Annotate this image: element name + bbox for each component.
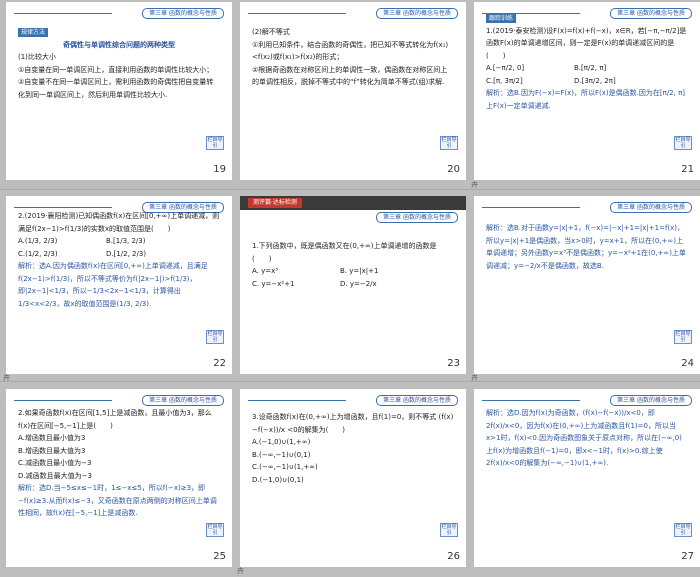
option-b: B.[π/2, π] <box>574 64 607 72</box>
slide-body: 规律方法 奇偶性与单调性综合问题的两种类型 (1)比较大小 ①自变量在同一单调区… <box>18 26 220 101</box>
option-c: C.(1/2, 2/3) <box>18 249 58 258</box>
page-number: 24 <box>681 358 694 369</box>
slide-body: 解析：选B.对于函数y=|x|+1，f(−x)=|−x|+1=|x|+1=f(x… <box>486 222 688 272</box>
text-line: ①利用已知条件，结合函数的奇偶性，把已知不等式转化为f(x₁)<f(x₂)或f(… <box>252 40 449 62</box>
text-line: ②根据奇函数在对称区间上的单调性一致，偶函数在对称区间上的单调性相反，脱掉不等式… <box>252 65 448 87</box>
option-b: B.(−∞,−1)∪(0,1) <box>252 450 311 459</box>
tools-button[interactable]: 栏目导引 <box>674 136 692 150</box>
option-d: D.[1/2, 2/3) <box>106 249 147 258</box>
slide-23[interactable]: 测评篇·达标检测 第三章 函数的概念与性质 1.下列函数中，既是偶函数又在(0,… <box>240 196 466 374</box>
chapter-header: 第三章 函数的概念与性质 <box>142 8 224 19</box>
slide-body: 解析：选D.因为f(x)为奇函数，(f(x)−f(−x))/x<0，即2f(x)… <box>486 407 688 470</box>
page-number: 22 <box>213 358 226 369</box>
section-tag: 规律方法 <box>18 28 49 37</box>
page-number: 20 <box>447 164 460 175</box>
page-number: 26 <box>447 551 460 562</box>
slide-26[interactable]: 第三章 函数的概念与性质 3.设奇函数f(x)在(0,+∞)上为增函数，且f(1… <box>240 389 466 567</box>
chapter-header: 第三章 函数的概念与性质 <box>610 202 692 213</box>
page-number: 21 <box>681 164 694 175</box>
option-d: D.(−1,0)∪(0,1) <box>252 475 304 484</box>
header-rule <box>14 13 112 14</box>
answer-text: 解析：选B.因为F(−x)=F(x)，所以F(x)是偶函数.因为在[π/2, π… <box>486 89 686 110</box>
option-a: A.(1/3, 2/3) <box>18 237 58 245</box>
slide-body: 2.如果奇函数f(x)在区间[1,5]上是减函数，且最小值为3，那么f(x)在区… <box>18 407 220 520</box>
text-line: (1)比较大小 <box>18 53 56 61</box>
chapter-header: 第三章 函数的概念与性质 <box>376 395 458 406</box>
section-tag: 跟踪训练 <box>486 14 517 23</box>
answer-text: 解析：选D.因为f(x)为奇函数，(f(x)−f(−x))/x<0，即2f(x)… <box>486 409 682 467</box>
slide-body: 2.(2019·襄阳检测)已知偶函数f(x)在区间[0,+∞)上单调递减，则满足… <box>18 210 220 310</box>
slide-title: 奇偶性与单调性综合问题的两种类型 <box>63 40 175 49</box>
option-c: C.减函数且最小值为−3 <box>18 459 92 467</box>
slide-24[interactable]: 第三章 函数的概念与性质 解析：选B.对于函数y=|x|+1，f(−x)=|−x… <box>474 196 700 374</box>
slide-27[interactable]: 第三章 函数的概念与性质 解析：选D.因为f(x)为奇函数，(f(x)−f(−x… <box>474 389 700 567</box>
option-c: C.(−∞,−1)∪(1,+∞) <box>252 463 318 471</box>
slide-body: 3.设奇函数f(x)在(0,+∞)上为增函数，且f(1)=0，则不等式 (f(x… <box>252 411 454 486</box>
option-c: C. y=−x²+1 <box>252 279 295 288</box>
header-rule <box>482 207 580 208</box>
question-text: 1.下列函数中，既是偶函数又在(0,+∞)上单调递增的函数是( ) <box>252 242 437 263</box>
question-text: 2.如果奇函数f(x)在区间[1,5]上是减函数，且最小值为3，那么f(x)在区… <box>18 409 212 430</box>
chapter-header: 第三章 函数的概念与性质 <box>376 8 458 19</box>
slide-body: 1.下列函数中，既是偶函数又在(0,+∞)上单调递增的函数是( ) A. y=x… <box>252 240 454 290</box>
tools-button[interactable]: 栏目导引 <box>440 523 458 537</box>
banner: 测评篇·达标检测 <box>240 196 466 210</box>
answer-text: 解析：选B.对于函数y=|x|+1，f(−x)=|−x|+1=|x|+1=f(x… <box>486 224 686 270</box>
chapter-header: 第三章 函数的概念与性质 <box>610 395 692 406</box>
option-d: D.[3π/2, 2π] <box>574 76 616 85</box>
option-a: A.[−π/2, 0] <box>486 64 525 72</box>
text-line: ①自变量在同一单调区间上，直接利用函数的单调性比较大小； <box>18 65 214 74</box>
slide-19[interactable]: 第三章 函数的概念与性质 规律方法 奇偶性与单调性综合问题的两种类型 (1)比较… <box>6 2 232 180</box>
page-number: 23 <box>447 358 460 369</box>
option-a: A.增函数且最小值为3 <box>18 434 86 442</box>
star-icon: 卉 <box>237 567 244 575</box>
question-text: 2.(2019·襄阳检测)已知偶函数f(x)在区间[0,+∞)上单调递减，则满足… <box>18 212 220 233</box>
star-icon: 卉 <box>471 181 478 189</box>
question-text: 1.(2019·泰安检测)设F(x)=f(x)+f(−x)，x∈R，若[−π,−… <box>486 26 687 60</box>
tools-button[interactable]: 栏目导引 <box>674 523 692 537</box>
option-a: A.(−1,0)∪(1,+∞) <box>252 438 311 446</box>
page-number: 25 <box>213 551 226 562</box>
slide-25[interactable]: 第三章 函数的概念与性质 2.如果奇函数f(x)在区间[1,5]上是减函数，且最… <box>6 389 232 567</box>
question-text: 3.设奇函数f(x)在(0,+∞)上为增函数，且f(1)=0，则不等式 (f(x… <box>252 413 454 434</box>
slide-22[interactable]: 第三章 函数的概念与性质 2.(2019·襄阳检测)已知偶函数f(x)在区间[0… <box>6 196 232 374</box>
page-number: 19 <box>213 164 226 175</box>
option-d: D. y=−2/x <box>340 279 377 288</box>
tools-button[interactable]: 栏目导引 <box>206 136 224 150</box>
page-number: 27 <box>681 551 694 562</box>
tools-button[interactable]: 栏目导引 <box>674 330 692 344</box>
star-icon: 卉 <box>471 374 478 382</box>
chapter-header: 第三章 函数的概念与性质 <box>376 212 458 223</box>
option-a: A. y=x³ <box>252 267 279 275</box>
banner-label: 测评篇·达标检测 <box>248 198 302 208</box>
text-line: (2)解不等式 <box>252 28 290 36</box>
header-rule <box>482 400 580 401</box>
slide-body: (2)解不等式 ①利用已知条件，结合函数的奇偶性，把已知不等式转化为f(x₁)<… <box>252 26 454 89</box>
tools-button[interactable]: 栏目导引 <box>206 523 224 537</box>
tools-button[interactable]: 栏目导引 <box>440 136 458 150</box>
option-d: D.减函数且最大值为−3 <box>18 471 92 480</box>
slide-body: 跟踪训练 1.(2019·泰安检测)设F(x)=f(x)+f(−x)，x∈R，若… <box>486 12 688 112</box>
answer-text: 解析：选A.因为偶函数f(x)在区间[0,+∞)上单调递减，且满足f(2x−1)… <box>18 262 208 308</box>
option-b: B. y=|x|+1 <box>340 267 379 275</box>
header-rule <box>248 400 346 401</box>
header-rule <box>14 400 112 401</box>
answer-text: 解析：选D.当−5≤x≤−1时，1≤−x≤5，所以f(−x)≥3，即−f(x)≥… <box>18 484 217 517</box>
option-b: B.[1/3, 2/3) <box>106 237 146 245</box>
slide-21[interactable]: 第三章 函数的概念与性质 跟踪训练 1.(2019·泰安检测)设F(x)=f(x… <box>474 2 700 180</box>
slide-20[interactable]: 第三章 函数的概念与性质 (2)解不等式 ①利用已知条件，结合函数的奇偶性，把已… <box>240 2 466 180</box>
header-rule <box>14 207 112 208</box>
tools-button[interactable]: 栏目导引 <box>206 330 224 344</box>
header-rule <box>248 13 346 14</box>
option-c: C.[π, 3π/2] <box>486 76 523 85</box>
text-line: ②自变量不在同一单调区间上，需利用函数的奇偶性把自变量转化到同一单调区间上，然后… <box>18 78 214 99</box>
option-b: B.增函数且最大值为3 <box>18 446 86 455</box>
chapter-header: 第三章 函数的概念与性质 <box>142 395 224 406</box>
star-icon: 卉 <box>3 374 10 382</box>
